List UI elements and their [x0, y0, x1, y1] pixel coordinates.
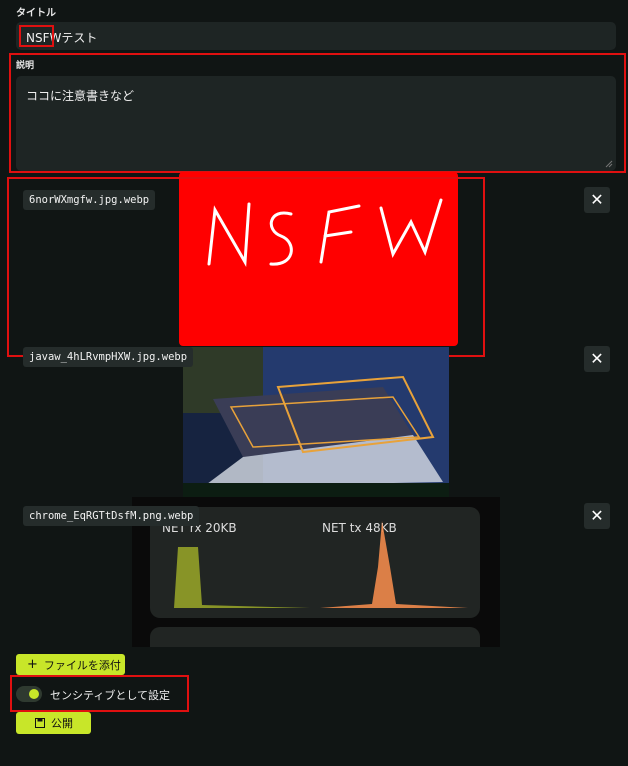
attachment-highlight: [7, 177, 485, 357]
resize-handle-icon[interactable]: [605, 160, 613, 168]
description-label: 説明: [16, 61, 35, 71]
toggle-knob: [29, 689, 39, 699]
sensitive-toggle[interactable]: [16, 686, 42, 702]
plus-icon: +: [27, 657, 38, 672]
remove-attachment-button[interactable]: ✕: [584, 346, 610, 372]
title-highlight: [19, 25, 54, 47]
attachment-filename: javaw_4hLRvmpHXW.jpg.webp: [23, 347, 194, 367]
description-value: ココに注意書きなど: [26, 89, 135, 103]
second-card: [150, 627, 480, 647]
title-label: タイトル: [16, 8, 56, 19]
screenshot-image: [183, 347, 449, 499]
remove-attachment-button[interactable]: ✕: [584, 187, 610, 213]
title-input[interactable]: NSFWテスト: [16, 22, 616, 50]
attach-file-label: ファイルを添付: [43, 658, 121, 672]
sensitive-label: センシティブとして設定: [50, 689, 171, 702]
attach-file-button[interactable]: + ファイルを添付: [16, 654, 125, 675]
publish-button[interactable]: 公開: [16, 712, 91, 734]
remove-attachment-button[interactable]: ✕: [584, 503, 610, 529]
network-charts: [162, 521, 468, 608]
save-icon: [35, 718, 45, 728]
description-textarea[interactable]: ココに注意書きなど: [16, 76, 616, 171]
attachment-preview-minecraft[interactable]: [183, 347, 449, 499]
network-card: NET rx 20KB NET tx 48KB: [150, 507, 480, 618]
publish-label: 公開: [51, 717, 73, 730]
attachment-filename: chrome_EqRGTtDsfM.png.webp: [23, 506, 200, 526]
